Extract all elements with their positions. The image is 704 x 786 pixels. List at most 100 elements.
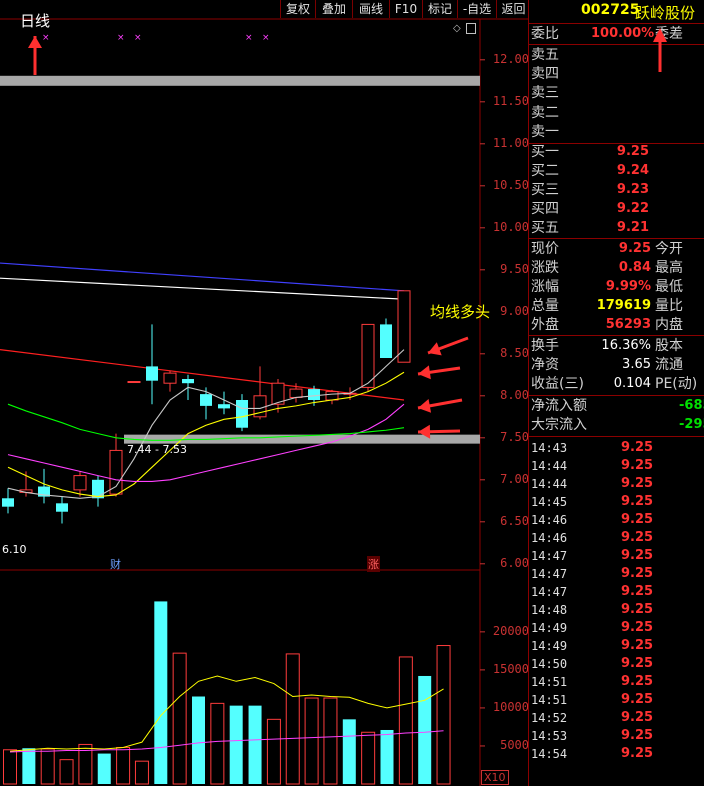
back-button[interactable]: 返回 bbox=[496, 0, 530, 18]
limit-up-marker[interactable]: 涨 bbox=[367, 556, 380, 572]
finance-value: 3.65 bbox=[622, 357, 651, 372]
long-ma-line bbox=[0, 277, 405, 300]
tick-time: 14:44 bbox=[531, 477, 568, 491]
candle[interactable] bbox=[38, 468, 50, 504]
event-marker-icon[interactable]: × bbox=[245, 33, 253, 43]
buy-order-row[interactable]: 买四 9.22 bbox=[531, 200, 704, 218]
volume-bar[interactable] bbox=[304, 697, 319, 785]
candle-body bbox=[182, 379, 194, 384]
tick-price: 9.25 bbox=[621, 692, 654, 707]
quote-value: 9.99% bbox=[605, 279, 651, 294]
tick-row: 14:43 9.25 bbox=[531, 439, 704, 457]
candle-body bbox=[200, 394, 212, 406]
volume-bar[interactable] bbox=[3, 749, 17, 785]
tick-row: 14:49 9.25 bbox=[531, 619, 704, 637]
volume-bar[interactable] bbox=[248, 705, 262, 784]
buy-level-price: 9.24 bbox=[616, 163, 649, 178]
price-tick-label: 10.50 bbox=[492, 177, 529, 192]
volume-bar[interactable] bbox=[418, 675, 432, 784]
candle[interactable] bbox=[380, 318, 392, 358]
restore-rights-button[interactable]: 复权 bbox=[280, 0, 315, 18]
candle[interactable] bbox=[127, 381, 141, 384]
tick-row: 14:46 9.25 bbox=[531, 511, 704, 529]
window-toggle-icon[interactable] bbox=[466, 23, 476, 34]
volume-bar[interactable] bbox=[210, 702, 225, 785]
candle-body bbox=[380, 324, 392, 358]
volume-bar[interactable] bbox=[342, 719, 356, 784]
tick-price: 9.25 bbox=[621, 512, 654, 527]
buy-order-row[interactable]: 买一 9.25 bbox=[531, 143, 704, 161]
volume-bar[interactable] bbox=[172, 652, 187, 785]
sell-order-row[interactable]: 卖一 bbox=[531, 123, 704, 141]
buy-order-row[interactable]: 买二 9.24 bbox=[531, 162, 704, 180]
tick-row: 14:45 9.25 bbox=[531, 493, 704, 511]
event-marker-icon[interactable]: × bbox=[262, 33, 270, 43]
volume-bar[interactable] bbox=[154, 601, 168, 784]
candle-body bbox=[361, 323, 375, 388]
sell-order-row[interactable]: 卖二 bbox=[531, 104, 704, 122]
volume-bar[interactable] bbox=[40, 748, 55, 785]
candle[interactable] bbox=[2, 488, 14, 514]
quote-label: 涨跌 bbox=[531, 260, 559, 276]
buy-order-row[interactable]: 买三 9.23 bbox=[531, 181, 704, 199]
candle[interactable] bbox=[397, 290, 411, 363]
quote-label: 总量 bbox=[531, 298, 559, 314]
volume-bar[interactable] bbox=[116, 746, 131, 785]
volume-bar[interactable] bbox=[323, 697, 338, 785]
candle[interactable] bbox=[218, 391, 230, 415]
price-tick-label: 6.50 bbox=[500, 513, 529, 528]
volume-bar[interactable] bbox=[285, 653, 300, 785]
diamond-icon[interactable]: ◇ bbox=[453, 23, 461, 34]
tick-list[interactable]: 14:43 9.25 14:44 9.25 14:44 9.25 14:45 9.25 14:4… bbox=[531, 439, 704, 786]
volume-bar[interactable] bbox=[134, 760, 149, 785]
quote-value: 9.25 bbox=[618, 241, 651, 256]
finance-value: 16.36% bbox=[601, 338, 651, 353]
candle[interactable] bbox=[163, 370, 177, 392]
event-marker-icon[interactable]: × bbox=[42, 33, 50, 43]
candle[interactable] bbox=[361, 323, 375, 392]
divider bbox=[529, 395, 704, 396]
volume-bar[interactable] bbox=[229, 705, 243, 784]
sell-order-row[interactable]: 卖三 bbox=[531, 84, 704, 102]
candle[interactable] bbox=[236, 394, 248, 432]
quote-label: 涨幅 bbox=[531, 279, 559, 295]
finance-row: 收益(三) 0.104 PE(动) bbox=[531, 375, 704, 393]
tick-price: 9.25 bbox=[621, 728, 654, 743]
financial-marker[interactable]: 财 bbox=[110, 556, 121, 572]
event-marker-icon[interactable]: × bbox=[117, 33, 125, 43]
candle[interactable] bbox=[146, 324, 158, 405]
stock-code: 002725 bbox=[581, 2, 640, 18]
tick-price: 9.25 bbox=[621, 476, 654, 491]
candle[interactable] bbox=[56, 496, 68, 524]
volume-bar[interactable] bbox=[436, 645, 451, 785]
volume-bar[interactable] bbox=[22, 748, 36, 784]
tick-time: 14:46 bbox=[531, 531, 568, 545]
sell-order-row[interactable]: 卖五 bbox=[531, 46, 704, 64]
volume-bar[interactable] bbox=[398, 656, 413, 785]
draw-line-button[interactable]: 画线 bbox=[352, 0, 389, 18]
quote-row: 现价 9.25 今开 bbox=[531, 240, 704, 258]
f10-button[interactable]: F10 bbox=[389, 0, 422, 18]
volume-bar[interactable] bbox=[97, 753, 111, 784]
tick-time: 14:54 bbox=[531, 747, 568, 761]
candle[interactable] bbox=[92, 475, 104, 507]
tick-row: 14:50 9.25 bbox=[531, 655, 704, 673]
tick-price: 9.25 bbox=[621, 584, 654, 599]
candle[interactable] bbox=[325, 389, 339, 405]
volume-bar[interactable] bbox=[192, 696, 205, 784]
stock-name[interactable]: 跃岭股份 bbox=[635, 2, 695, 23]
volume-bar[interactable] bbox=[380, 729, 394, 784]
tick-row: 14:44 9.25 bbox=[531, 457, 704, 475]
volume-bar[interactable] bbox=[266, 718, 281, 785]
mark-button[interactable]: 标记 bbox=[422, 0, 457, 18]
remove-favorite-button[interactable]: -自选 bbox=[457, 0, 496, 18]
event-marker-icon[interactable]: × bbox=[134, 33, 142, 43]
tick-time: 14:44 bbox=[531, 459, 568, 473]
buy-order-row[interactable]: 买五 9.21 bbox=[531, 219, 704, 237]
overlay-button[interactable]: 叠加 bbox=[315, 0, 352, 18]
volume-bar[interactable] bbox=[59, 759, 74, 785]
volume-bar[interactable] bbox=[361, 731, 376, 785]
kline-chart[interactable] bbox=[0, 0, 529, 786]
sell-order-row[interactable]: 卖四 bbox=[531, 65, 704, 83]
resistance-zone-bar bbox=[0, 75, 480, 86]
